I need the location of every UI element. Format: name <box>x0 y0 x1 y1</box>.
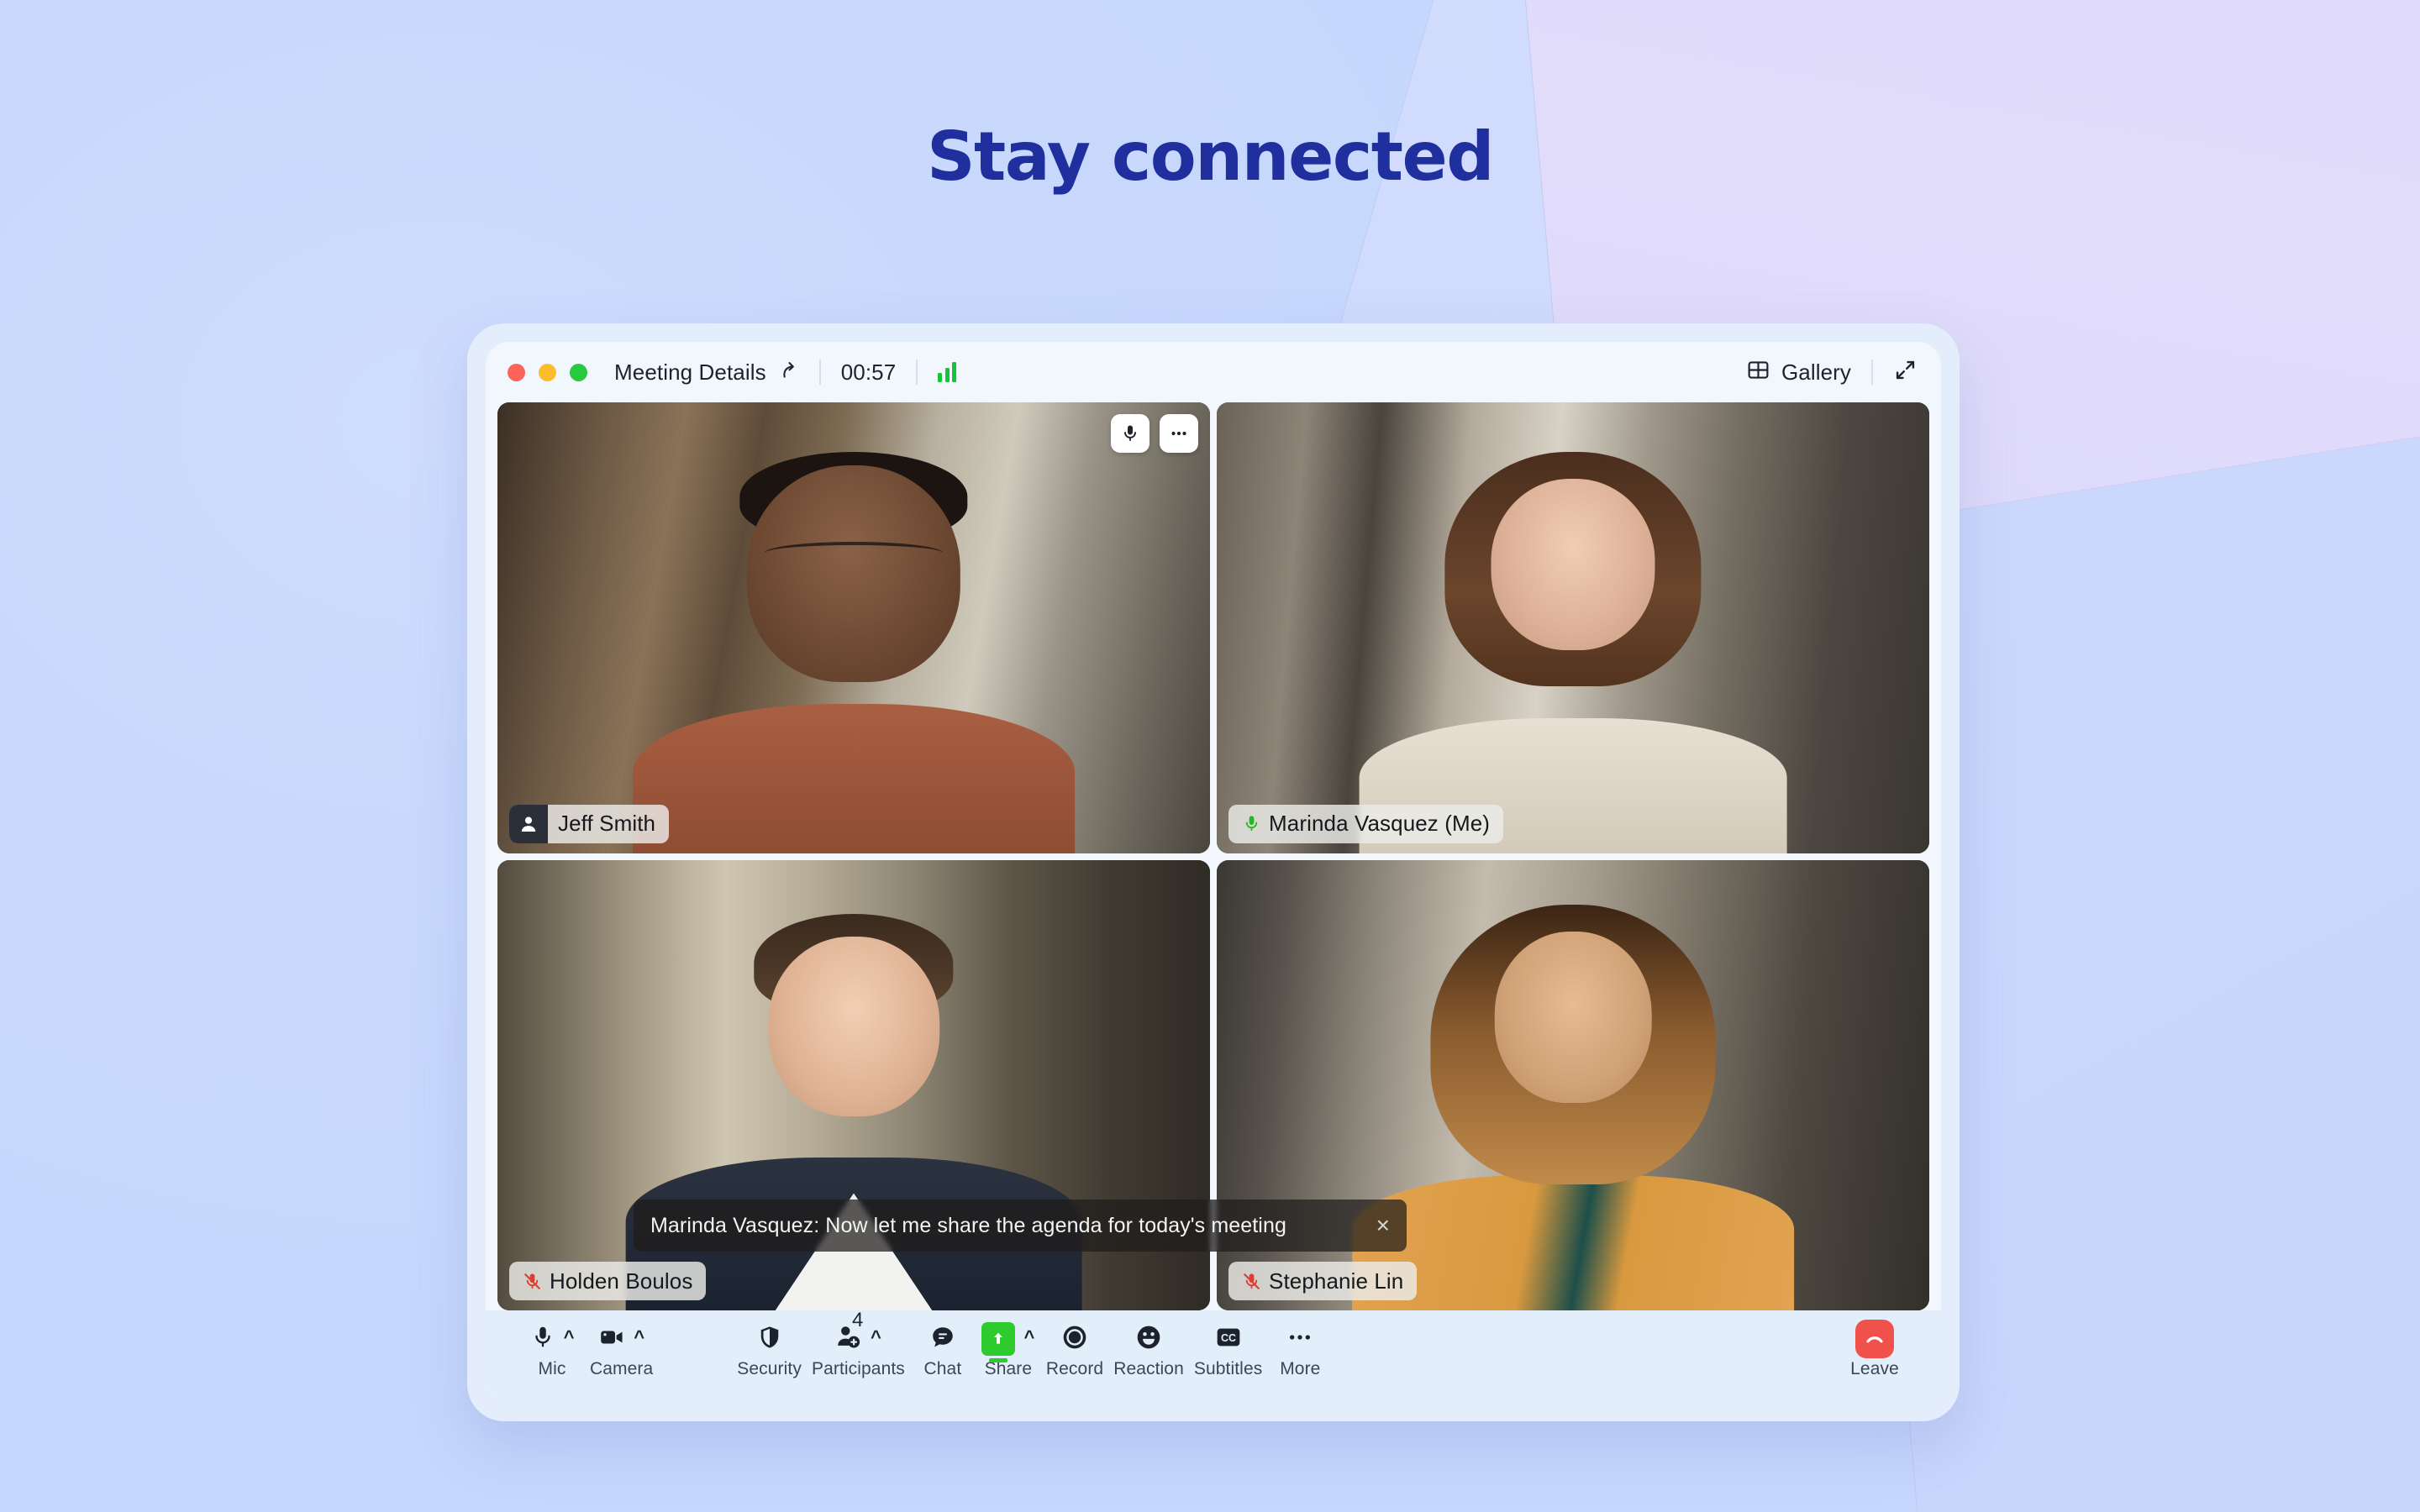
participant-name: Stephanie Lin <box>1269 1268 1404 1294</box>
meeting-toolbar: ^ Mic ^ Camera Security 4 ^ Participants… <box>486 1310 1941 1403</box>
toolbar-label: Chat <box>923 1359 962 1378</box>
close-icon[interactable]: × <box>1376 1214 1390 1237</box>
participant-name: Marinda Vasquez (Me) <box>1269 811 1491 836</box>
toolbar-label: Security <box>737 1359 802 1378</box>
participant-name: Holden Boulos <box>550 1268 693 1294</box>
live-caption-bar: Marinda Vasquez: Now let me share the ag… <box>634 1200 1407 1252</box>
person-avatar-icon <box>509 804 548 843</box>
meeting-details-button[interactable]: Meeting Details <box>614 360 799 386</box>
leave-meeting-button[interactable]: Leave <box>1842 1317 1907 1379</box>
chevron-up-icon[interactable]: ^ <box>871 1328 881 1347</box>
toolbar-label: Reaction <box>1113 1359 1184 1378</box>
tile-mic-button[interactable] <box>1111 414 1150 453</box>
toolbar-button-record[interactable]: Record <box>1041 1317 1108 1379</box>
expand-diagonal-icon[interactable] <box>1893 358 1918 386</box>
gallery-view-button[interactable]: Gallery <box>1746 358 1851 386</box>
toolbar-label: Camera <box>590 1359 654 1378</box>
toolbar-button-camera[interactable]: ^ Camera <box>585 1317 658 1379</box>
participant-video-feed <box>497 402 1210 853</box>
video-grid: Jeff Smith Marinda Vasquez (Me) Holden B… <box>486 402 1941 1310</box>
grid-icon <box>1746 358 1770 386</box>
record-circle-icon <box>1061 1324 1088 1355</box>
tile-more-button[interactable] <box>1160 414 1198 453</box>
app-window-frame: Meeting Details 00:57 Gallery Jeff Smith… <box>467 323 1960 1421</box>
traffic-light-controls <box>508 363 587 381</box>
microphone-unmuted-icon <box>1239 814 1264 833</box>
close-window-button[interactable] <box>508 363 525 381</box>
share-arrow-icon <box>777 360 799 386</box>
participants-count-badge: 4 <box>851 1309 864 1331</box>
toolbar-button-reaction[interactable]: Reaction <box>1108 1317 1189 1379</box>
tile-hover-controls <box>1111 414 1198 453</box>
microphone-muted-icon <box>1239 1272 1264 1291</box>
titlebar-divider-3 <box>1871 360 1873 385</box>
video-camera-icon <box>598 1324 625 1355</box>
more-dots-icon <box>1286 1324 1313 1355</box>
video-tile-active-speaker[interactable]: Marinda Vasquez (Me) <box>1217 402 1929 853</box>
microphone-muted-icon <box>519 1272 544 1291</box>
chevron-up-icon[interactable]: ^ <box>564 1328 575 1347</box>
toolbar-label: More <box>1280 1359 1321 1378</box>
signal-bars-icon <box>938 362 957 382</box>
cc-icon: CC <box>1215 1324 1242 1355</box>
smiley-icon <box>1135 1324 1162 1355</box>
page-title: Stay connected <box>926 118 1495 196</box>
share-screen-icon <box>981 1322 1016 1362</box>
toolbar-left-group: ^ Mic ^ Camera Security 4 ^ Participants… <box>519 1310 1333 1379</box>
toolbar-label: Subtitles <box>1193 1359 1263 1378</box>
maximize-window-button[interactable] <box>570 363 587 381</box>
toolbar-button-security[interactable]: Security <box>732 1317 807 1379</box>
titlebar-divider-2 <box>916 360 918 385</box>
toolbar-button-more[interactable]: More <box>1267 1317 1333 1379</box>
participant-name-badge: Jeff Smith <box>509 804 670 843</box>
microphone-icon <box>530 1325 555 1354</box>
chat-bubble-icon <box>930 1325 955 1354</box>
meeting-timer: 00:57 <box>840 359 897 385</box>
chevron-up-icon[interactable]: ^ <box>634 1328 644 1347</box>
toolbar-button-chat[interactable]: Chat <box>910 1317 976 1379</box>
window-titlebar: Meeting Details 00:57 Gallery <box>486 342 1941 402</box>
minimize-window-button[interactable] <box>539 363 556 381</box>
meeting-details-label: Meeting Details <box>614 359 766 385</box>
toolbar-button-mic[interactable]: ^ Mic <box>519 1317 585 1379</box>
participant-name: Jeff Smith <box>558 811 656 836</box>
toolbar-label: Mic <box>538 1359 566 1378</box>
svg-text:CC: CC <box>1221 1332 1236 1344</box>
video-tile[interactable]: Jeff Smith <box>497 402 1210 853</box>
titlebar-divider-1 <box>818 360 821 385</box>
toolbar-label: Participants <box>811 1359 905 1378</box>
participant-name-badge: Holden Boulos <box>509 1262 707 1300</box>
titlebar-right-group: Gallery <box>1746 358 1918 386</box>
caption-text: Marinda Vasquez: Now let me share the ag… <box>650 1213 1286 1237</box>
toolbar-button-subtitles[interactable]: CC Subtitles <box>1189 1317 1267 1379</box>
toolbar-label: Record <box>1045 1359 1104 1378</box>
shield-icon <box>757 1325 782 1354</box>
toolbar-button-participants[interactable]: 4 ^ Participants <box>807 1310 910 1379</box>
hangup-phone-icon <box>1855 1320 1894 1358</box>
toolbar-button-share[interactable]: ^ Share <box>976 1317 1041 1379</box>
leave-label: Leave <box>1850 1359 1899 1378</box>
participant-video-feed <box>1217 402 1929 853</box>
chevron-up-icon[interactable]: ^ <box>1023 1328 1034 1347</box>
participant-name-badge: Marinda Vasquez (Me) <box>1228 804 1504 843</box>
participant-name-badge: Stephanie Lin <box>1228 1262 1418 1300</box>
gallery-view-label: Gallery <box>1781 359 1851 385</box>
app-window: Meeting Details 00:57 Gallery Jeff Smith… <box>486 342 1941 1403</box>
